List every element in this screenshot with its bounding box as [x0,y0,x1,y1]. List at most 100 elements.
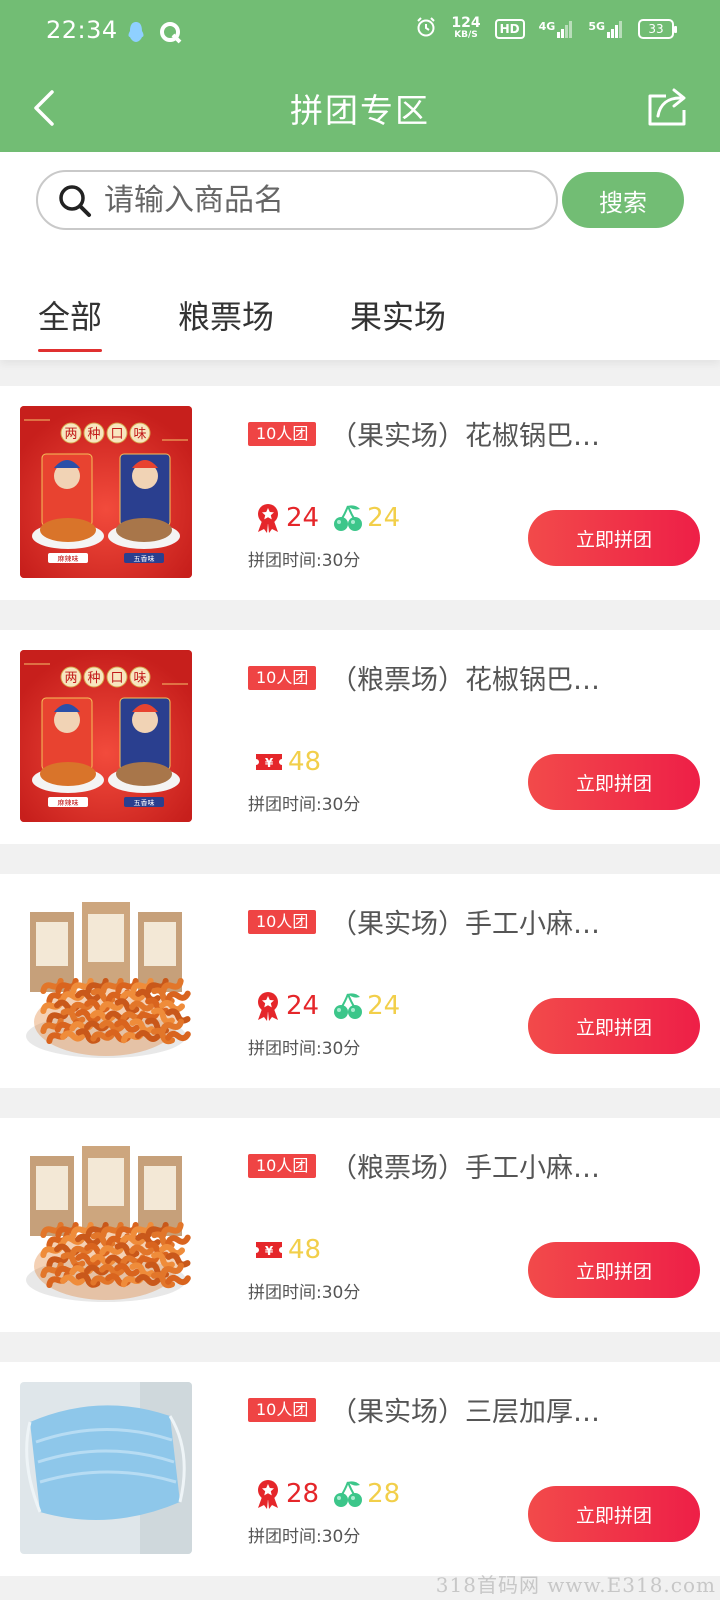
category-tabs: 全部 粮票场 果实场 [0,284,720,360]
net-speed-value: 124 [451,15,481,31]
search-tabs-panel: 搜索 全部 粮票场 果实场 [0,152,720,360]
ticket-icon: ¥ [256,1242,282,1258]
search-icon [59,185,91,217]
ticket-price: 48 [288,1235,322,1265]
group-duration: 拼团时间:30分 [248,551,361,571]
product-list: 两 种 口 味 麻辣味 五香味 10人团 （果实场）花椒锅巴… 24 24 拼团… [0,386,720,1600]
image-caption-char: 种 [87,427,100,442]
net-speed-unit: KB/S [454,30,478,40]
search-input[interactable] [104,180,544,220]
mahua-snack-image [20,1138,192,1310]
ticket-price: 48 [288,747,322,777]
team-size-tag: 10人团 [248,666,317,690]
cherry-icon [334,505,363,531]
page-title: 拼团专区 [290,91,430,130]
q-app-icon [158,20,184,48]
flavor-label: 麻辣味 [58,554,79,563]
price-row: 24 24 [254,990,400,1022]
group-duration: 拼团时间:30分 [248,795,361,815]
signal-4g-label: 4G [538,20,556,33]
watermark: 318首码网 www.E318.com [435,1573,716,1597]
cherry-price: 28 [367,1479,401,1509]
medal-price: 24 [286,503,320,533]
group-duration: 拼团时间:30分 [248,1283,361,1303]
product-card[interactable]: 两 种 口 味 麻辣味 五香味 10人团 （果实场）花椒锅巴… 24 24 拼团… [0,386,720,600]
team-size-tag: 10人团 [248,910,317,934]
status-bar: 22:34 124 KB/S HD 4G 5G 33 [0,0,720,64]
image-caption-char: 两 [64,671,77,686]
product-title[interactable]: （果实场）手工小麻… [330,902,610,941]
flavor-label: 五香味 [134,554,155,563]
price-row: ¥48 [254,746,321,778]
product-title[interactable]: （果实场）三层加厚… [330,1390,610,1429]
image-caption-char: 味 [133,671,146,686]
medal-icon [258,504,278,533]
price-row: 28 28 [254,1478,400,1510]
hd-badge: HD [494,19,525,39]
team-size-tag: 10人团 [248,1154,317,1178]
product-card[interactable]: 10人团 （果实场）手工小麻… 24 24 拼团时间:30分 立即拼团 [0,874,720,1088]
guoba-snack-image: 两 种 口 味 麻辣味 五香味 [20,650,192,822]
flavor-label: 五香味 [134,798,155,807]
product-title[interactable]: （粮票场）花椒锅巴… [330,658,610,697]
cherry-price: 24 [367,503,401,533]
group-duration: 拼团时间:30分 [248,1039,361,1059]
join-group-button[interactable]: 立即拼团 [528,998,700,1054]
status-right-group: 124 KB/S HD 4G 5G 33 [415,15,677,42]
share-icon [648,88,686,126]
medal-price: 28 [286,1479,320,1509]
mahua-snack-image [20,894,192,1066]
join-group-button[interactable]: 立即拼团 [528,510,700,566]
product-image[interactable]: 两 种 口 味 麻辣味 五香味 [20,650,192,822]
product-image[interactable]: 两 种 口 味 麻辣味 五香味 [20,406,192,578]
search-button[interactable]: 搜索 [562,172,684,228]
product-title[interactable]: （粮票场）手工小麻… [330,1146,610,1185]
signal-5g-label: 5G [588,20,605,33]
svg-text:¥: ¥ [265,1244,274,1258]
join-group-button[interactable]: 立即拼团 [528,754,700,810]
medal-icon [258,1480,278,1509]
product-title[interactable]: （果实场）花椒锅巴… [330,414,610,453]
tab-ticket[interactable]: 粮票场 [178,292,274,338]
product-card[interactable]: 10人团 （果实场）三层加厚… 28 28 拼团时间:30分 立即拼团 [0,1362,720,1576]
product-card[interactable]: 两 种 口 味 麻辣味 五香味 10人团 （粮票场）花椒锅巴… ¥48 拼团时间… [0,630,720,844]
net-speed: 124 KB/S [451,15,481,41]
medal-icon [258,992,278,1021]
team-size-tag: 10人团 [248,422,317,446]
qq-notification-icon [126,20,146,48]
alarm-icon [415,16,437,42]
image-caption-char: 口 [110,671,123,686]
cherry-price: 24 [367,991,401,1021]
team-size-tag: 10人团 [248,1398,317,1422]
product-image[interactable] [20,1382,192,1554]
flavor-label: 麻辣味 [58,798,79,807]
cherry-icon [334,993,363,1019]
tab-fruit[interactable]: 果实场 [350,292,446,338]
face-mask-image [20,1382,192,1554]
svg-text:¥: ¥ [265,756,274,770]
image-caption-char: 两 [64,427,77,442]
search-box[interactable] [36,170,558,230]
image-caption-char: 味 [133,427,146,442]
header: 22:34 124 KB/S HD 4G 5G 33 拼团专区 [0,0,720,152]
signal-4g-icon: 4G [539,20,575,38]
status-time: 22:34 [46,16,118,44]
image-caption-char: 种 [87,671,100,686]
cherry-icon [334,1481,363,1507]
ticket-icon: ¥ [256,754,282,770]
price-row: 24 24 [254,502,400,534]
join-group-button[interactable]: 立即拼团 [528,1242,700,1298]
group-duration: 拼团时间:30分 [248,1527,361,1547]
title-bar: 拼团专区 [0,64,720,152]
product-image[interactable] [20,1138,192,1310]
battery-icon: 33 [638,19,677,39]
share-button[interactable] [646,86,690,128]
medal-price: 24 [286,991,320,1021]
signal-5g-icon: 5G [588,20,624,38]
guoba-snack-image: 两 种 口 味 麻辣味 五香味 [20,406,192,578]
product-card[interactable]: 10人团 （粮票场）手工小麻… ¥48 拼团时间:30分 立即拼团 [0,1118,720,1332]
product-image[interactable] [20,894,192,1066]
tab-all[interactable]: 全部 [38,292,103,352]
price-row: ¥48 [254,1234,321,1266]
join-group-button[interactable]: 立即拼团 [528,1486,700,1542]
